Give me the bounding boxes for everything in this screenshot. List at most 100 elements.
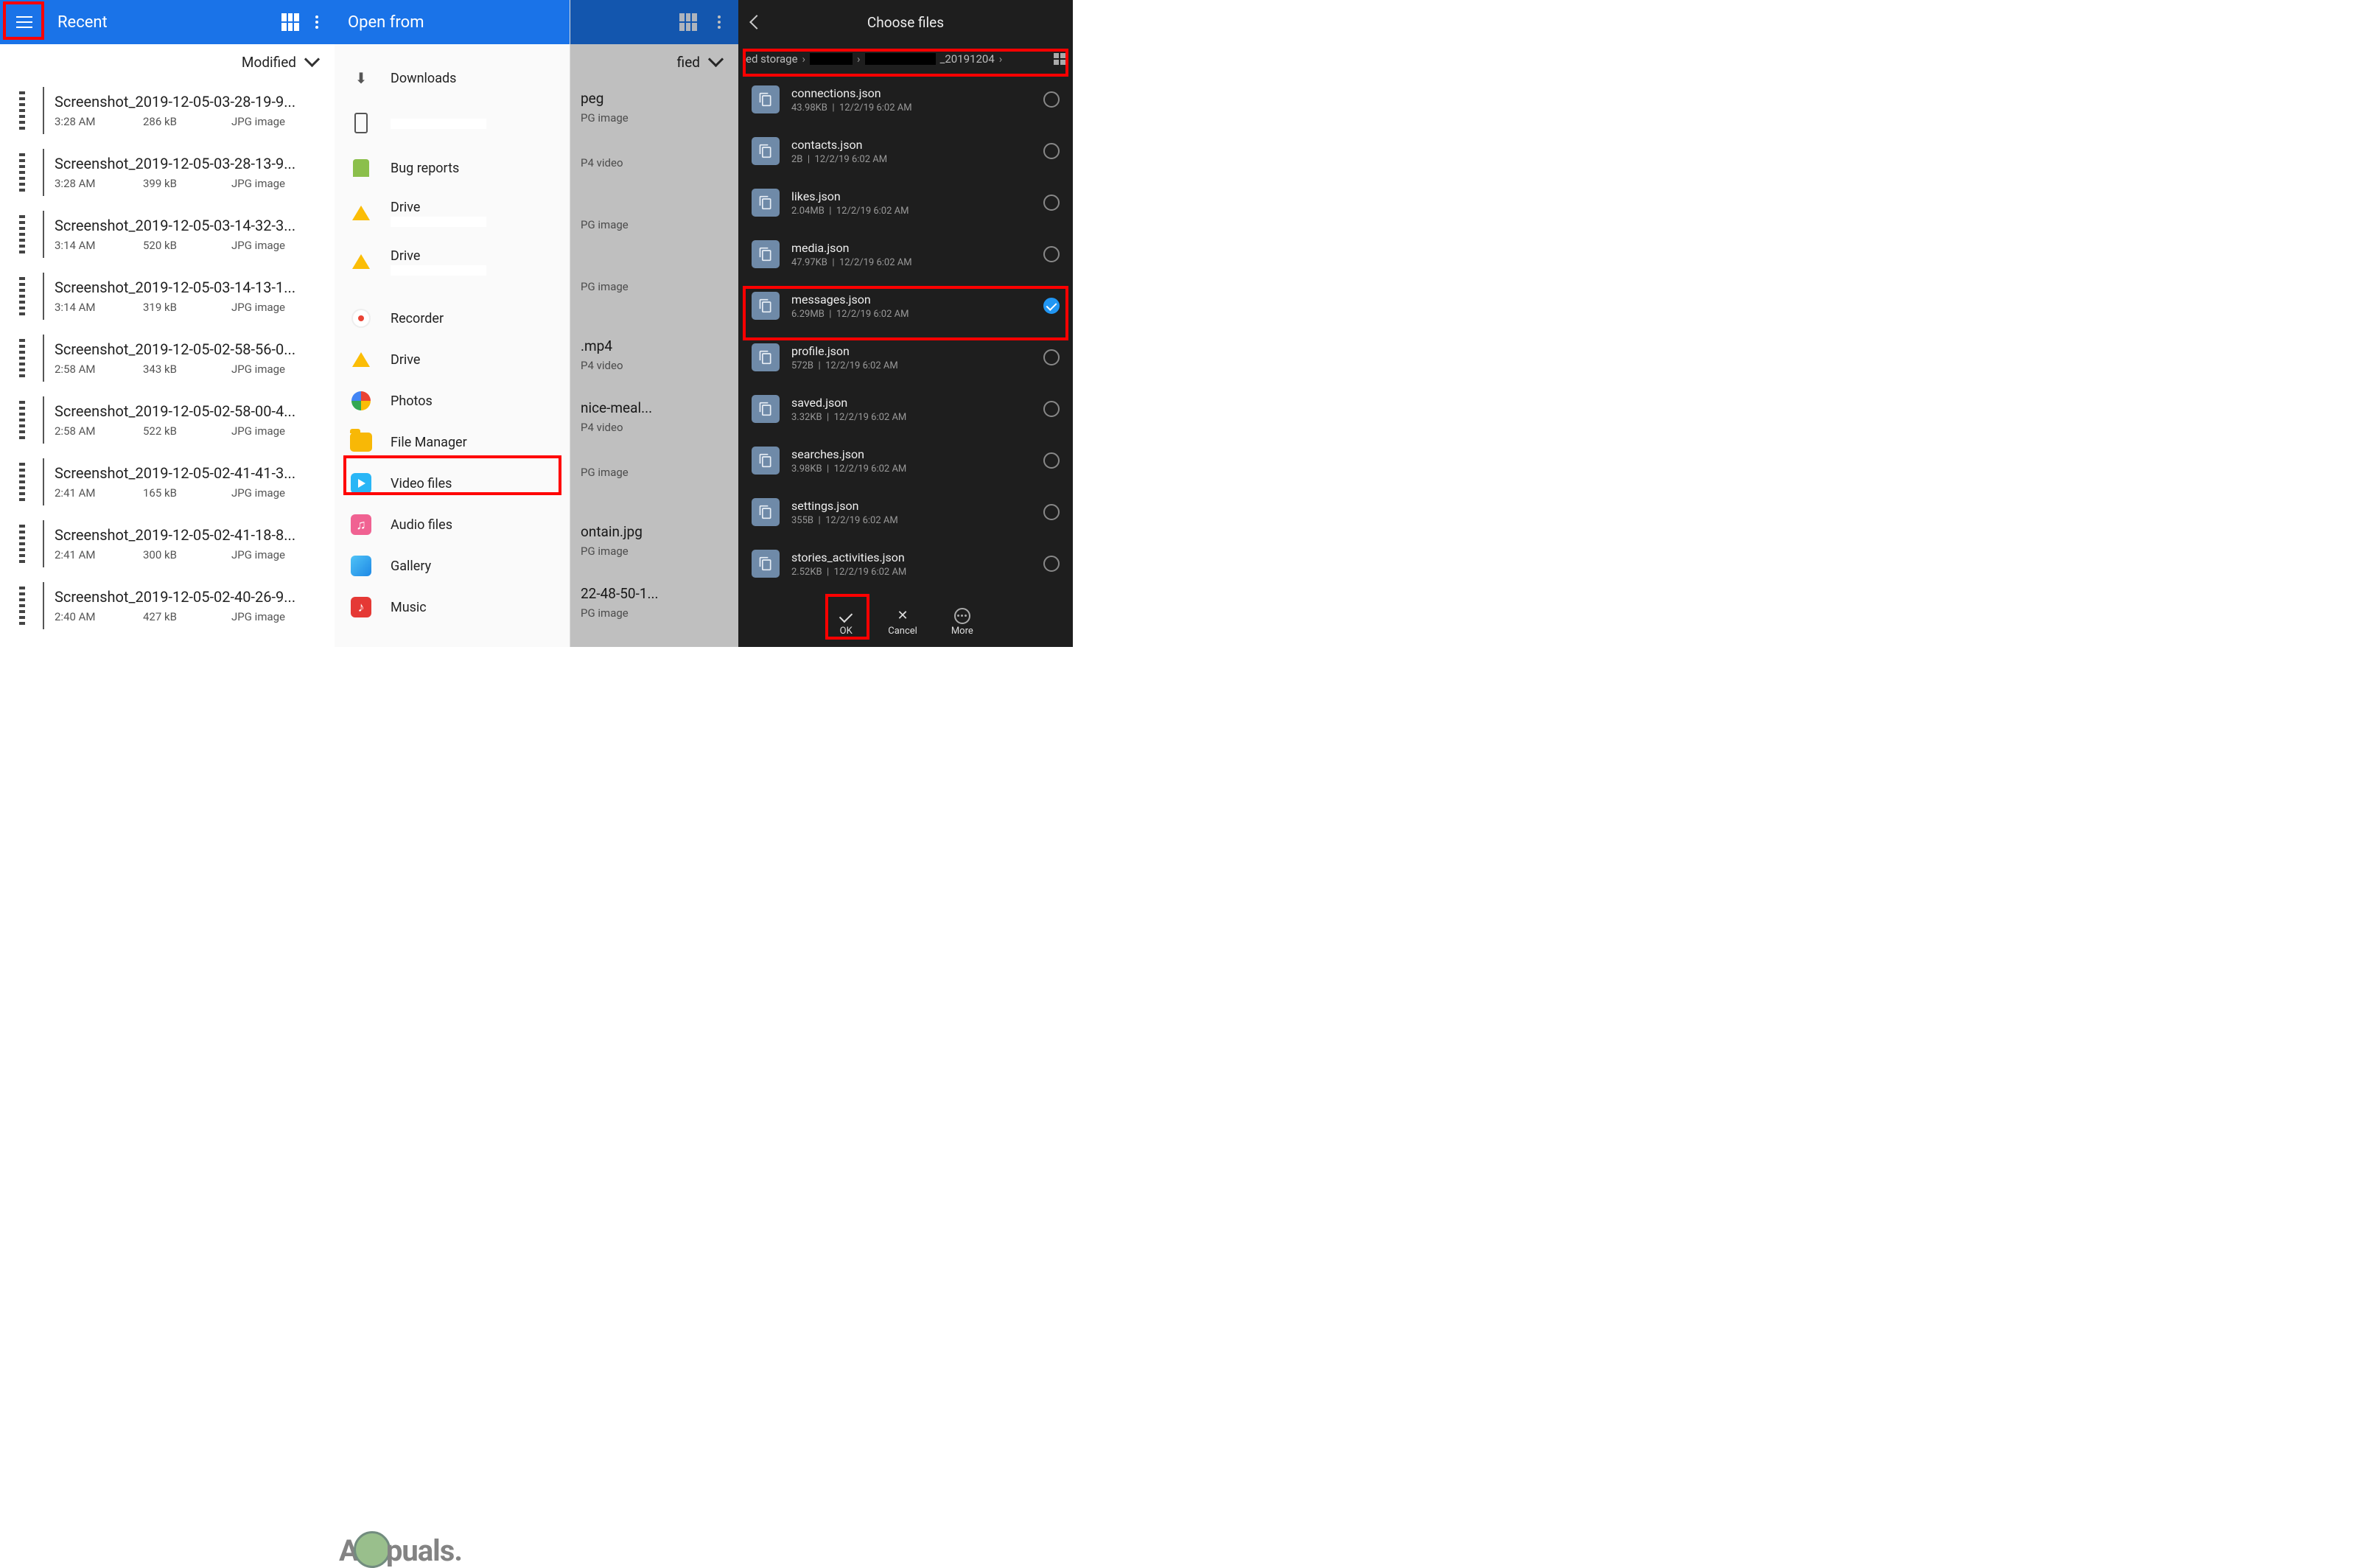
- select-radio[interactable]: [1043, 452, 1060, 469]
- sort-header[interactable]: Modified: [0, 44, 335, 80]
- file-item[interactable]: Screenshot_2019-12-05-02-58-00-4... 2:58…: [0, 389, 335, 451]
- source-label: Music: [391, 600, 427, 615]
- source-item-bug[interactable]: Bug reports: [335, 147, 570, 189]
- file-item[interactable]: Screenshot_2019-12-05-02-41-18-8... 2:41…: [0, 513, 335, 575]
- ok-button[interactable]: OK: [838, 608, 854, 637]
- view-grid-icon[interactable]: [281, 13, 299, 31]
- choose-footer: OK Cancel More: [738, 597, 1073, 647]
- file-meta: 2:58 AM522 kBJPG image: [55, 424, 326, 438]
- select-radio[interactable]: [1043, 195, 1060, 211]
- source-item-video[interactable]: Video files: [335, 463, 570, 504]
- thumbnail: [6, 520, 38, 567]
- photos-icon: [348, 388, 374, 414]
- file-row[interactable]: contacts.json 2B | 12/2/19 6:02 AM: [738, 125, 1073, 177]
- file-icon: [752, 550, 780, 578]
- file-row[interactable]: connections.json 43.98KB | 12/2/19 6:02 …: [738, 74, 1073, 125]
- source-item-download[interactable]: Downloads: [335, 57, 570, 99]
- breadcrumb[interactable]: ed storage › › _20191204 ›: [738, 44, 1073, 74]
- file-meta: 2:40 AM427 kBJPG image: [55, 610, 326, 623]
- select-radio[interactable]: [1043, 246, 1060, 262]
- file-meta: 3:14 AM520 kBJPG image: [55, 239, 326, 252]
- fm-icon: [348, 429, 374, 455]
- dimmed-recent-panel: fied pegPG imageP4 videoPG imagePG image…: [570, 0, 738, 647]
- source-sub-redacted: [391, 265, 486, 276]
- file-item[interactable]: Screenshot_2019-12-05-03-28-13-9... 3:28…: [0, 141, 335, 203]
- file-row[interactable]: settings.json 355B | 12/2/19 6:02 AM: [738, 486, 1073, 538]
- music-icon: ♪: [348, 594, 374, 620]
- overflow-menu-icon[interactable]: [308, 13, 326, 31]
- select-radio[interactable]: [1043, 504, 1060, 520]
- files-list: connections.json 43.98KB | 12/2/19 6:02 …: [738, 74, 1073, 597]
- file-meta: 2B | 12/2/19 6:02 AM: [791, 154, 1032, 165]
- file-row[interactable]: likes.json 2.04MB | 12/2/19 6:02 AM: [738, 177, 1073, 228]
- source-sub-redacted: [391, 217, 486, 227]
- file-row[interactable]: profile.json 572B | 12/2/19 6:02 AM: [738, 332, 1073, 383]
- file-row[interactable]: media.json 47.97KB | 12/2/19 6:02 AM: [738, 228, 1073, 280]
- drive-icon: [348, 248, 374, 275]
- source-label: Drive: [391, 248, 486, 264]
- file-meta: 572B | 12/2/19 6:02 AM: [791, 360, 1032, 371]
- file-meta: 355B | 12/2/19 6:02 AM: [791, 515, 1032, 526]
- file-name: Screenshot_2019-12-05-03-14-32-3...: [55, 217, 326, 234]
- file-name: stories_activities.json: [791, 550, 1032, 564]
- file-name: profile.json: [791, 344, 1032, 358]
- file-name: contacts.json: [791, 138, 1032, 152]
- bug-icon: [348, 155, 374, 181]
- select-radio[interactable]: [1043, 401, 1060, 417]
- select-radio[interactable]: [1043, 349, 1060, 365]
- more-button[interactable]: More: [951, 608, 973, 637]
- file-name: media.json: [791, 241, 1032, 255]
- file-item[interactable]: Screenshot_2019-12-05-02-41-41-3... 2:41…: [0, 451, 335, 513]
- cancel-button[interactable]: Cancel: [888, 608, 917, 637]
- file-row[interactable]: stories_activities.json 2.52KB | 12/2/19…: [738, 538, 1073, 589]
- source-item-photos[interactable]: Photos: [335, 380, 570, 421]
- source-item-fm[interactable]: File Manager: [335, 421, 570, 463]
- source-item-drive[interactable]: Drive: [335, 339, 570, 380]
- file-item[interactable]: Screenshot_2019-12-05-02-58-56-0... 2:58…: [0, 327, 335, 389]
- file-item[interactable]: Screenshot_2019-12-05-03-14-32-3... 3:14…: [0, 203, 335, 265]
- file-item[interactable]: Screenshot_2019-12-05-03-28-19-9... 3:28…: [0, 80, 335, 141]
- crumb-storage: ed storage: [746, 52, 798, 66]
- crumb-date: _20191204: [940, 52, 995, 66]
- file-row[interactable]: searches.json 3.98KB | 12/2/19 6:02 AM: [738, 435, 1073, 486]
- file-row[interactable]: messages.json 6.29MB | 12/2/19 6:02 AM: [738, 280, 1073, 332]
- select-radio[interactable]: [1043, 298, 1060, 314]
- thumbnail: [6, 149, 38, 196]
- file-name: Screenshot_2019-12-05-02-58-00-4...: [55, 402, 326, 420]
- download-icon: [348, 65, 374, 91]
- select-radio[interactable]: [1043, 91, 1060, 108]
- source-label: Downloads: [391, 71, 456, 86]
- file-name: Screenshot_2019-12-05-02-41-18-8...: [55, 526, 326, 544]
- back-icon[interactable]: [749, 15, 764, 29]
- file-meta: 2:41 AM300 kBJPG image: [55, 548, 326, 561]
- source-sub-redacted: [391, 119, 486, 129]
- check-icon: [838, 608, 854, 624]
- chevron-down-icon: [307, 57, 321, 67]
- source-label: Drive: [391, 200, 486, 215]
- source-item-drive[interactable]: Drive: [335, 237, 570, 286]
- source-item-gallery[interactable]: Gallery: [335, 545, 570, 587]
- drive-icon: [348, 346, 374, 373]
- select-radio[interactable]: [1043, 556, 1060, 572]
- file-name: saved.json: [791, 396, 1032, 410]
- source-item-drive[interactable]: Drive: [335, 189, 570, 237]
- file-row[interactable]: saved.json 3.32KB | 12/2/19 6:02 AM: [738, 383, 1073, 435]
- file-icon: [752, 85, 780, 113]
- source-item-audio[interactable]: ♫ Audio files: [335, 504, 570, 545]
- view-grid-icon[interactable]: [1054, 53, 1065, 65]
- drive-icon: [348, 200, 374, 226]
- file-icon: [752, 189, 780, 217]
- recent-list: Screenshot_2019-12-05-03-28-19-9... 3:28…: [0, 80, 335, 647]
- source-item-rec[interactable]: Recorder: [335, 298, 570, 339]
- file-item[interactable]: Screenshot_2019-12-05-03-14-13-1... 3:14…: [0, 265, 335, 327]
- file-item[interactable]: Screenshot_2019-12-05-02-40-26-9... 2:40…: [0, 575, 335, 637]
- select-radio[interactable]: [1043, 143, 1060, 159]
- chevron-right-icon: ›: [802, 52, 806, 66]
- file-icon: [752, 292, 780, 320]
- source-item-phone[interactable]: [335, 99, 570, 147]
- source-label: Photos: [391, 393, 433, 409]
- cancel-label: Cancel: [888, 626, 917, 637]
- menu-icon[interactable]: [9, 7, 40, 38]
- source-item-music[interactable]: ♪ Music: [335, 587, 570, 628]
- chevron-right-icon: ›: [999, 52, 1003, 66]
